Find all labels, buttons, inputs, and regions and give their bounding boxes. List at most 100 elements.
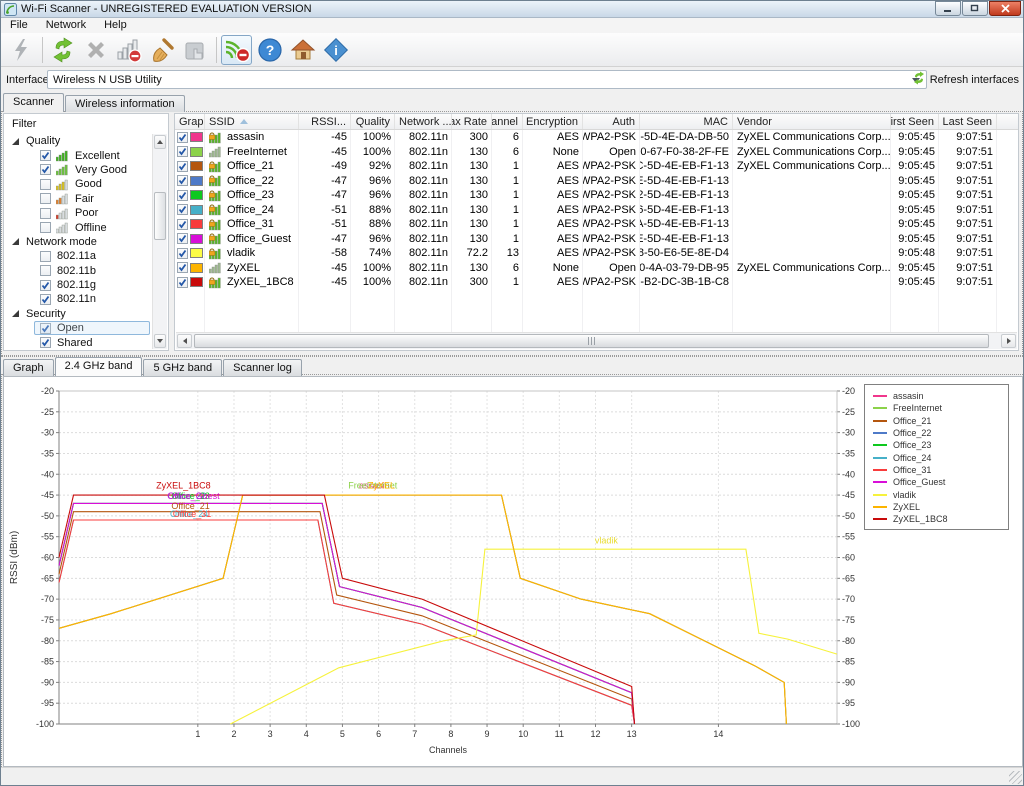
checkbox[interactable] [177, 204, 188, 215]
checkbox[interactable] [40, 280, 51, 291]
checkbox[interactable] [40, 208, 51, 219]
checkbox[interactable] [177, 233, 188, 244]
column-header-channel[interactable]: Channel [492, 114, 523, 129]
close-button[interactable] [989, 1, 1021, 16]
table-row-vladik[interactable]: vladik-5874%802.11n72.213AESWPA2-PSKD8-5… [175, 246, 1018, 261]
checkbox[interactable] [177, 146, 188, 157]
checkbox[interactable] [40, 323, 51, 334]
tab-5-ghz-band[interactable]: 5 GHz band [143, 359, 222, 376]
filter-group-security[interactable]: Security [4, 307, 152, 321]
filter-item-802-11b[interactable]: 802.11b [4, 264, 152, 278]
table-row-office_guest[interactable]: Office_Guest-4796%802.11n1301AESWPA2-PSK… [175, 232, 1018, 247]
column-header-quality[interactable]: Quality [351, 114, 395, 129]
checkbox[interactable] [177, 132, 188, 143]
filter-item-shared[interactable]: Shared [4, 335, 152, 349]
checkbox[interactable] [177, 277, 188, 288]
column-header-vendor[interactable]: Vendor [733, 114, 891, 129]
column-header-first-seen[interactable]: First Seen [891, 114, 939, 129]
clear-list-button[interactable] [146, 35, 177, 65]
filter-item-poor[interactable]: Poor [4, 206, 152, 220]
menu-help[interactable]: Help [95, 18, 136, 33]
table-row-office_21[interactable]: Office_21-4992%802.11n1301AESWPA2-PSKCC-… [175, 159, 1018, 174]
checkbox[interactable] [177, 219, 188, 230]
column-header-graph[interactable]: Graph [175, 114, 205, 129]
filter-item-very-good[interactable]: Very Good [4, 163, 152, 177]
table-row-freeinternet[interactable]: FreeInternet-45100%802.11n1306NoneOpen50… [175, 145, 1018, 160]
table-row-office_24[interactable]: Office_24-5188%802.11n1301AESWPA2-PSKF6-… [175, 203, 1018, 218]
filter-scrollbar[interactable] [152, 134, 167, 349]
checkbox[interactable] [177, 248, 188, 259]
scroll-right-button[interactable] [1001, 334, 1016, 348]
column-header-ssid[interactable]: SSID [205, 114, 299, 129]
menu-network[interactable]: Network [37, 18, 95, 33]
checkbox[interactable] [177, 161, 188, 172]
maximize-button[interactable] [962, 1, 988, 16]
filter-item-802-11a[interactable]: 802.11a [4, 249, 152, 263]
refresh-interfaces-button[interactable]: Refresh interfaces [912, 71, 1019, 88]
column-header-max-rate[interactable]: Max Rate [452, 114, 492, 129]
column-header-mac[interactable]: MAC [640, 114, 733, 129]
column-header-network-[interactable]: Network ... [395, 114, 452, 129]
help-button[interactable]: ? [254, 35, 285, 65]
column-header-rssi-[interactable]: RSSI... [299, 114, 351, 129]
scrollbar-thumb[interactable] [154, 192, 166, 240]
rescan-button[interactable] [47, 35, 78, 65]
hide-network-button[interactable] [113, 35, 144, 65]
table-row-office_23[interactable]: Office_23-4796%802.11n1301AESWPA2-PSKF2-… [175, 188, 1018, 203]
disable-wifi-button[interactable] [221, 35, 252, 65]
filter-item-good[interactable]: Good [4, 177, 152, 191]
filter-item-fair[interactable]: Fair [4, 192, 152, 206]
minimize-button[interactable] [935, 1, 961, 16]
filter-group-network-mode[interactable]: Network mode [4, 235, 152, 249]
checkbox[interactable] [40, 150, 51, 161]
checkbox[interactable] [177, 190, 188, 201]
tree-expander-icon[interactable] [12, 238, 19, 245]
resize-grip[interactable] [1009, 771, 1022, 784]
table-row-office_31[interactable]: Office_31-5188%802.11n1301AESWPA2-PSKFA-… [175, 217, 1018, 232]
scrollbar-thumb[interactable] [194, 334, 989, 348]
home-button[interactable] [287, 35, 318, 65]
checkbox[interactable] [40, 251, 51, 262]
graph-cell [175, 145, 205, 160]
table-row-office_22[interactable]: Office_22-4796%802.11n1301AESWPA2-PSKEE-… [175, 174, 1018, 189]
table-horizontal-scrollbar[interactable] [176, 332, 1017, 349]
filter-item-excellent[interactable]: Excellent [4, 148, 152, 162]
svg-text:-85: -85 [41, 657, 54, 667]
interface-value: Wireless N USB Utility [53, 74, 162, 86]
tab-2-4-ghz-band[interactable]: 2.4 GHz band [55, 357, 143, 376]
scroll-down-button[interactable] [154, 334, 166, 348]
checkbox[interactable] [40, 193, 51, 204]
column-header-encryption[interactable]: Encryption [523, 114, 583, 129]
checkbox[interactable] [40, 294, 51, 305]
table-row-zyxel[interactable]: ZyXEL-45100%802.11n1306NoneOpen40-4A-03-… [175, 261, 1018, 276]
table-row-assasin[interactable]: assasin-45100%802.11n3006AESWPA2-PSKCC-5… [175, 130, 1018, 145]
checkbox[interactable] [177, 175, 188, 186]
filter-item-open[interactable]: Open [4, 321, 152, 335]
interface-combobox[interactable]: Wireless N USB Utility [47, 70, 927, 89]
filter-item-802-11g[interactable]: 802.11g [4, 278, 152, 292]
tab-graph[interactable]: Graph [3, 359, 54, 376]
checkbox[interactable] [40, 337, 51, 348]
tree-expander-icon[interactable] [12, 138, 19, 145]
checkbox[interactable] [40, 164, 51, 175]
filter-item-offline[interactable]: Offline [4, 220, 152, 234]
table-row-zyxel_1bc8[interactable]: ZyXEL_1BC8-45100%802.11n3001AESWPA2-PSKB… [175, 275, 1018, 290]
checkbox[interactable] [40, 179, 51, 190]
graph-cell [175, 188, 205, 203]
menu-file[interactable]: File [1, 18, 37, 33]
column-header-auth[interactable]: Auth [583, 114, 640, 129]
checkbox[interactable] [40, 265, 51, 276]
checkbox[interactable] [177, 262, 188, 273]
tab-scanner[interactable]: Scanner [3, 93, 64, 112]
title-bar[interactable]: Wi-Fi Scanner - UNREGISTERED EVALUATION … [1, 1, 1023, 18]
scroll-up-button[interactable] [154, 135, 166, 149]
about-button[interactable]: i [320, 35, 351, 65]
tab-scanner-log[interactable]: Scanner log [223, 359, 302, 376]
filter-item-802-11n[interactable]: 802.11n [4, 292, 152, 306]
column-header-last-seen[interactable]: Last Seen [939, 114, 997, 129]
scroll-left-button[interactable] [177, 334, 192, 348]
tab-wireless-information[interactable]: Wireless information [65, 95, 185, 112]
tree-expander-icon[interactable] [12, 310, 19, 317]
checkbox[interactable] [40, 222, 51, 233]
filter-group-quality[interactable]: Quality [4, 134, 152, 148]
